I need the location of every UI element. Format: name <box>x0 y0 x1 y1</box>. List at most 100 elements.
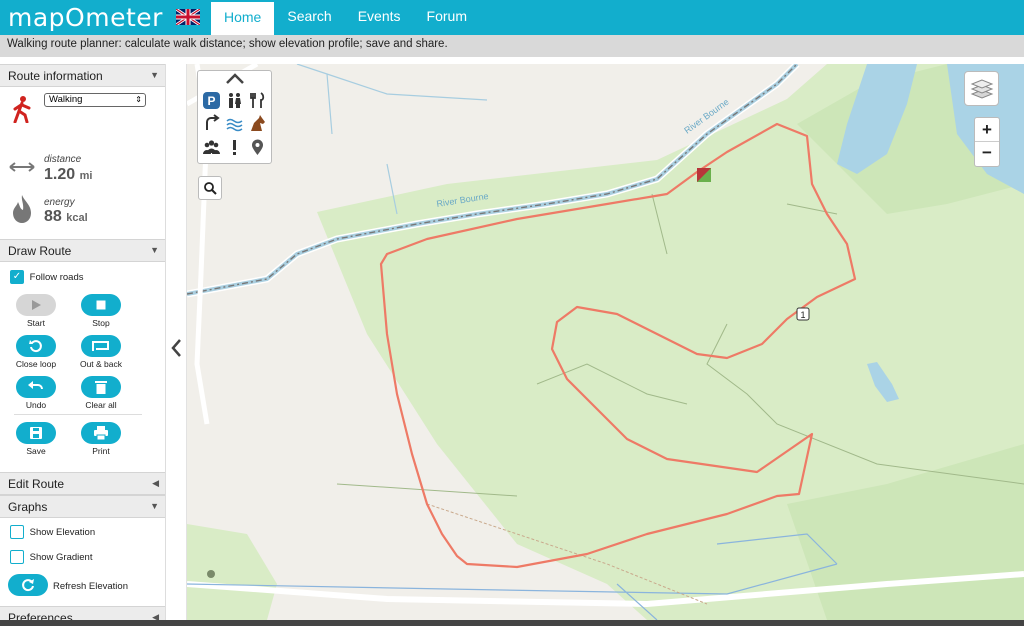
show-elevation-row[interactable]: Show Elevation <box>10 525 95 539</box>
search-icon <box>204 182 217 195</box>
graphs-header[interactable]: Graphs ▼ <box>0 495 165 518</box>
layers-icon <box>970 79 994 99</box>
main-nav: Home Search Events Forum <box>211 0 480 35</box>
edit-route-header[interactable]: Edit Route ◀ <box>0 472 165 495</box>
tree-icon <box>207 570 215 578</box>
flame-icon <box>13 195 31 223</box>
nav-search[interactable]: Search <box>274 0 344 35</box>
energy-value: 88 <box>44 208 62 225</box>
follow-roads-row[interactable]: ✓ Follow roads <box>10 270 84 284</box>
stop-label: Stop <box>92 318 110 328</box>
page-description: Walking route planner: calculate walk di… <box>0 35 1024 57</box>
print-label: Print <box>92 446 110 456</box>
loop-icon <box>29 340 42 353</box>
distance-unit: mi <box>79 170 93 182</box>
draw-route-header[interactable]: Draw Route ▼ <box>0 239 165 262</box>
follow-roads-label: Follow roads <box>29 271 84 283</box>
chevron-down-icon: ▼ <box>150 245 159 255</box>
route-information-panel: Walking ⇕ distance 1.20 mi energy 88 kca… <box>0 87 165 239</box>
location-pin-icon[interactable] <box>248 138 267 157</box>
play-icon <box>32 300 41 310</box>
close-loop-button[interactable] <box>16 335 56 357</box>
graphs-title: Graphs <box>8 500 48 514</box>
stop-button[interactable] <box>81 294 121 316</box>
show-elevation-checkbox[interactable] <box>10 525 24 539</box>
start-button[interactable] <box>16 294 56 316</box>
route-information-header[interactable]: Route information ▼ <box>0 64 165 87</box>
draw-route-title: Draw Route <box>8 244 72 258</box>
toilets-icon[interactable] <box>225 91 244 110</box>
restaurant-icon[interactable] <box>248 91 267 110</box>
draw-route-panel: ✓ Follow roads Start Stop Close loop Out… <box>0 262 165 472</box>
mapometer-logo[interactable]: mapOmeter <box>8 3 163 32</box>
out-back-icon <box>92 341 109 351</box>
clear-all-label: Clear all <box>85 400 117 410</box>
uk-flag-icon[interactable] <box>176 9 200 25</box>
distance-value: 1.20 <box>44 166 76 183</box>
chevron-down-icon: ▼ <box>150 501 159 511</box>
nav-home[interactable]: Home <box>211 0 275 35</box>
chevron-down-icon: ▼ <box>150 70 159 80</box>
refresh-elevation-label: Refresh Elevation <box>53 581 128 592</box>
save-label: Save <box>26 446 46 456</box>
horse-icon[interactable] <box>248 114 267 133</box>
map-layer[interactable]: 1 River Bourne River Bourne <box>187 64 1024 620</box>
save-button[interactable] <box>16 422 56 444</box>
stop-icon <box>96 300 106 310</box>
energy-unit: kcal <box>66 212 88 224</box>
chevron-left-icon <box>171 339 181 357</box>
svg-text:P: P <box>207 94 215 108</box>
activity-select[interactable]: Walking ⇕ <box>44 93 146 107</box>
window-bottom-edge <box>0 620 1024 626</box>
zoom-control: + − <box>974 117 1000 167</box>
preferences-header[interactable]: Preferences ◀ <box>0 606 165 620</box>
undo-icon <box>28 381 43 390</box>
refresh-elevation-button[interactable] <box>8 574 48 596</box>
divider <box>14 414 142 415</box>
print-button[interactable] <box>81 422 121 444</box>
top-navbar: mapOmeter Home Search Events Forum <box>0 0 1024 35</box>
route-information-title: Route information <box>8 69 103 83</box>
show-elevation-label: Show Elevation <box>29 526 96 538</box>
out-back-button[interactable] <box>81 335 121 357</box>
layers-button[interactable] <box>964 71 999 106</box>
trash-icon <box>95 381 107 394</box>
sidebar: Route information ▼ Walking ⇕ distance 1… <box>0 64 166 620</box>
activity-select-value: Walking <box>49 94 83 105</box>
out-back-label: Out & back <box>79 359 123 369</box>
warning-icon[interactable] <box>225 138 244 157</box>
chevron-left-icon: ◀ <box>152 612 159 620</box>
floppy-icon <box>30 427 42 439</box>
map-search-button[interactable] <box>198 176 222 200</box>
graphs-panel: Show Elevation Show Gradient Refresh Ele… <box>0 518 165 606</box>
undo-label: Undo <box>25 400 47 410</box>
edit-route-title: Edit Route <box>8 477 65 491</box>
poi-panel: P <box>197 70 272 164</box>
show-gradient-checkbox[interactable] <box>10 550 24 564</box>
nav-forum[interactable]: Forum <box>414 0 480 35</box>
follow-roads-checkbox[interactable]: ✓ <box>10 270 24 284</box>
park-area-sw <box>187 524 277 620</box>
mile-marker-text: 1 <box>800 310 805 320</box>
sidebar-toggle[interactable] <box>166 64 187 620</box>
map-canvas[interactable]: 1 River Bourne River Bourne <box>187 64 1024 620</box>
turn-icon[interactable] <box>202 114 221 133</box>
group-icon[interactable] <box>202 138 221 157</box>
zoom-in-button[interactable]: + <box>975 118 999 142</box>
start-label: Start <box>27 318 45 328</box>
zoom-out-button[interactable]: − <box>975 142 999 166</box>
parking-icon[interactable]: P <box>202 91 221 110</box>
clear-all-button[interactable] <box>81 376 121 398</box>
walker-icon <box>13 96 31 123</box>
distance-label: distance <box>44 154 82 165</box>
chevron-up-icon[interactable] <box>225 73 245 85</box>
undo-button[interactable] <box>16 376 56 398</box>
nav-events[interactable]: Events <box>345 0 414 35</box>
show-gradient-label: Show Gradient <box>29 551 93 563</box>
show-gradient-row[interactable]: Show Gradient <box>10 550 92 564</box>
water-icon[interactable] <box>225 114 244 133</box>
distance-arrows-icon <box>9 162 35 172</box>
preferences-title: Preferences <box>8 611 73 620</box>
energy-label: energy <box>44 197 75 208</box>
close-loop-label: Close loop <box>15 359 57 369</box>
